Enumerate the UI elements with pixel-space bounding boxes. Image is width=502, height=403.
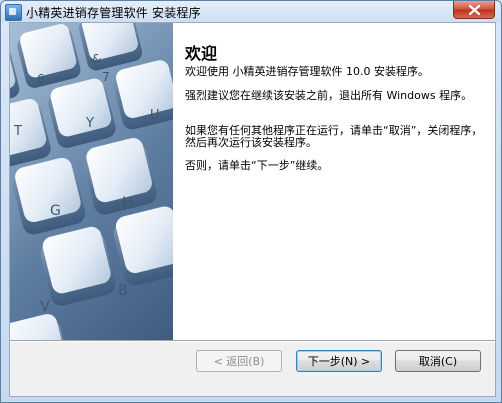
key-label: H [122,195,133,211]
title-bar[interactable]: 小精英进销存管理软件 安装程序 [1,1,501,22]
installer-window: 小精英进销存管理软件 安装程序 6 & 7 T Y U G H V B 欢迎 欢… [0,0,502,403]
window-title: 小精英进销存管理软件 安装程序 [26,6,201,20]
exit-programs-text: 强烈建议您在继续该安装之前，退出所有 Windows 程序。 [185,89,473,102]
key-label: G [50,203,61,219]
close-button[interactable] [453,1,495,19]
back-button[interactable]: < 返回(B) [196,350,282,372]
key-label: U [150,108,160,123]
button-divider [10,340,495,342]
keyboard-keys-image: 6 & 7 T Y U G H V B [10,23,173,340]
key-label: B [118,283,128,299]
dialog-client-area: 6 & 7 T Y U G H V B 欢迎 欢迎使用 小精英进销存管理软件 1… [9,22,496,397]
key-label: T [13,124,22,139]
welcome-content: 欢迎 欢迎使用 小精英进销存管理软件 10.0 安装程序。 强烈建议您在继续该安… [173,23,495,340]
next-button[interactable]: 下一步(N) > [296,350,382,372]
welcome-text: 欢迎使用 小精英进销存管理软件 10.0 安装程序。 [185,65,429,78]
cancel-button[interactable]: 取消(C) [395,350,481,372]
key-label: Y [85,116,94,131]
key-label: & [92,52,101,66]
close-icon [469,5,480,15]
page-title: 欢迎 [185,44,218,63]
keyboard-keys-svg: 6 & 7 T Y U G H V B [10,23,173,340]
key-label: 7 [102,70,110,84]
installer-app-icon [5,4,22,21]
key-label: V [40,299,50,315]
continue-instruction-text: 否则，请单击“下一步”继续。 [185,159,329,172]
cancel-instruction-text: 如果您有任何其他程序正在运行，请单击“取消”，关闭程序，然后再次运行该安装程序。 [185,124,483,149]
key-label: 6 [37,72,45,86]
